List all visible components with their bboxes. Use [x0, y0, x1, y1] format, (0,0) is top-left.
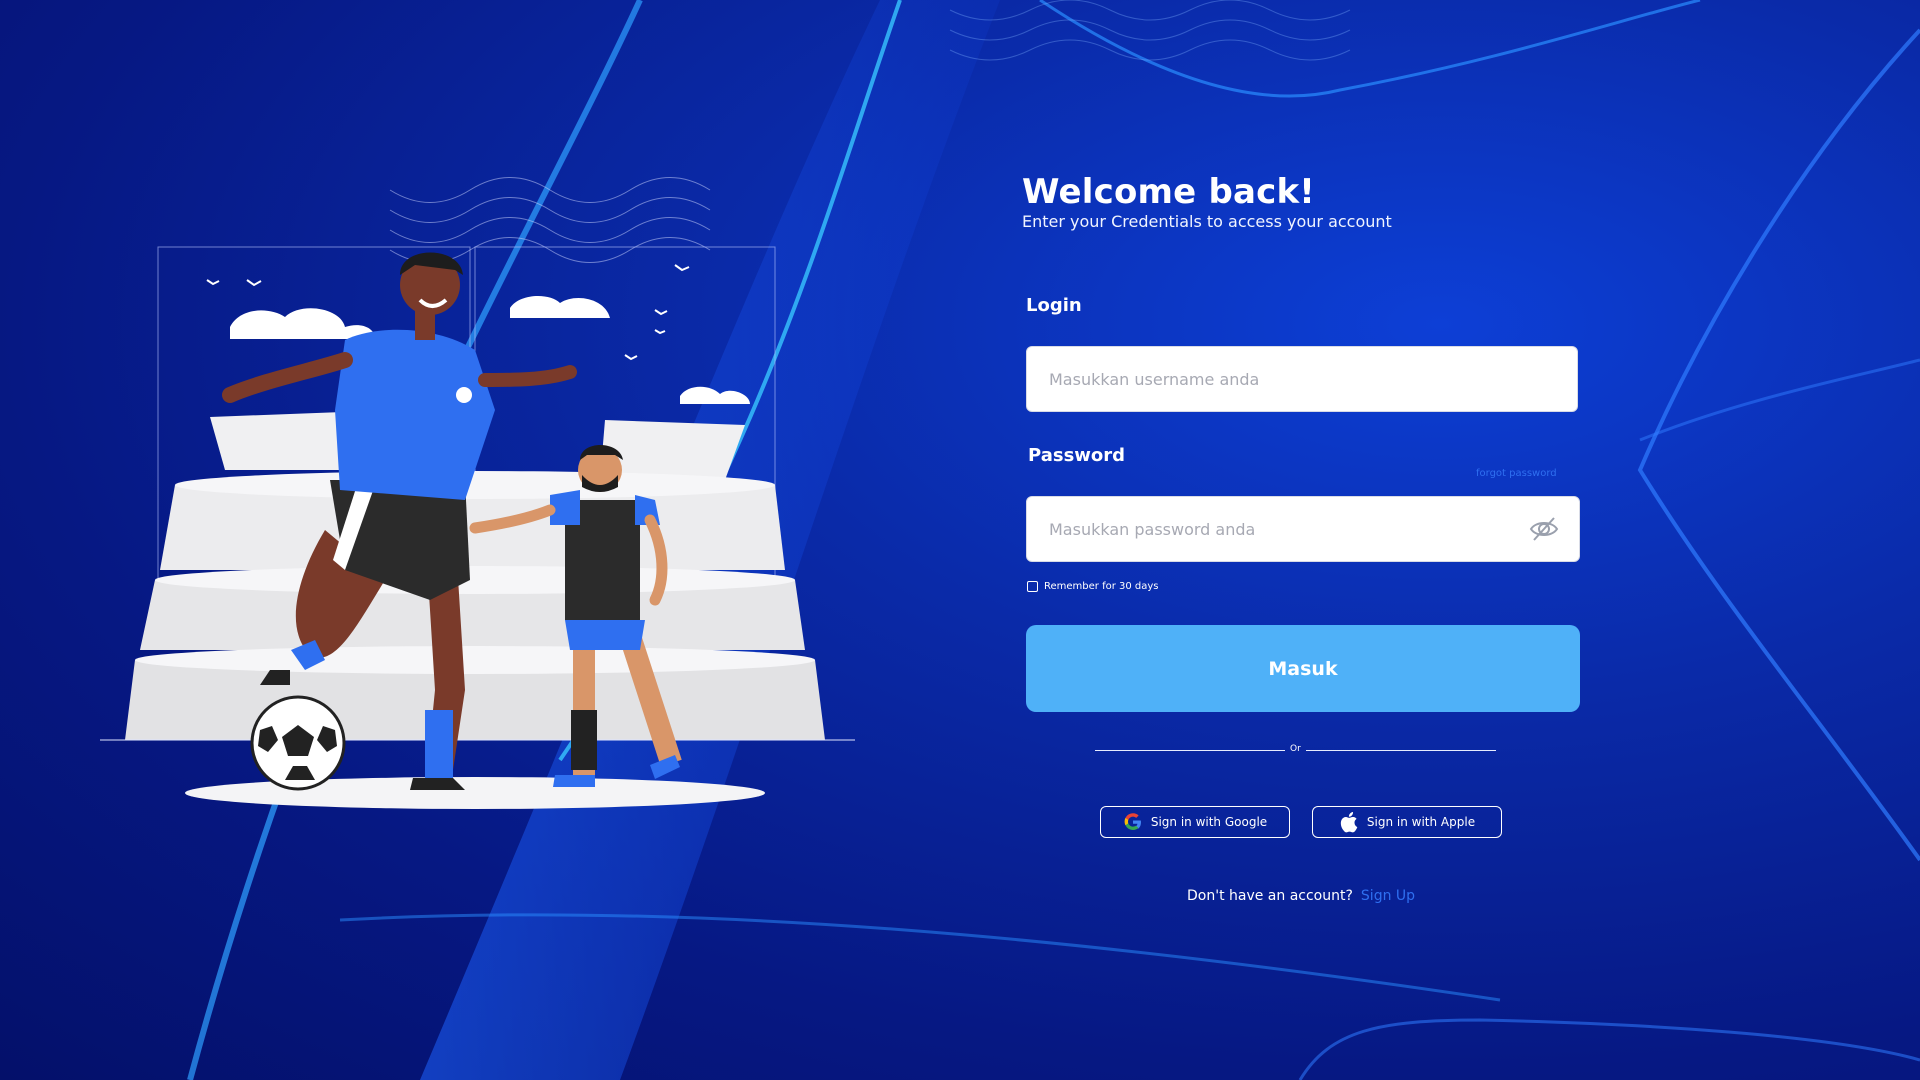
remember-checkbox[interactable] — [1027, 581, 1038, 592]
apple-signin-button[interactable]: Sign in with Apple — [1312, 806, 1502, 838]
signup-row: Don't have an account? Sign Up — [1187, 888, 1415, 904]
page-subtitle: Enter your Credentials to access your ac… — [1022, 212, 1392, 231]
eye-off-icon[interactable] — [1529, 514, 1559, 544]
forgot-password-link[interactable]: forgot password — [1476, 468, 1557, 479]
page-title: Welcome back! — [1022, 172, 1315, 212]
google-icon — [1123, 812, 1143, 832]
google-signin-button[interactable]: Sign in with Google — [1100, 806, 1290, 838]
apple-icon — [1339, 811, 1359, 833]
username-input[interactable] — [1047, 368, 1557, 390]
apple-signin-label: Sign in with Apple — [1366, 815, 1476, 829]
signup-prompt: Don't have an account? — [1187, 888, 1353, 904]
masuk-button[interactable]: Masuk — [1026, 625, 1580, 712]
username-field[interactable] — [1026, 346, 1578, 412]
divider-or-text: Or — [1290, 744, 1301, 754]
divider-left — [1095, 750, 1285, 751]
password-field[interactable] — [1026, 496, 1580, 562]
password-label: Password — [1028, 445, 1126, 466]
google-signin-label: Sign in with Google — [1150, 815, 1268, 829]
password-input[interactable] — [1047, 518, 1529, 540]
remember-label: Remember for 30 days — [1044, 581, 1159, 592]
remember-me[interactable]: Remember for 30 days — [1027, 581, 1159, 592]
login-label: Login — [1026, 295, 1082, 316]
divider-right — [1306, 750, 1496, 751]
soccer-illustration — [100, 177, 855, 809]
signup-link[interactable]: Sign Up — [1361, 888, 1415, 904]
